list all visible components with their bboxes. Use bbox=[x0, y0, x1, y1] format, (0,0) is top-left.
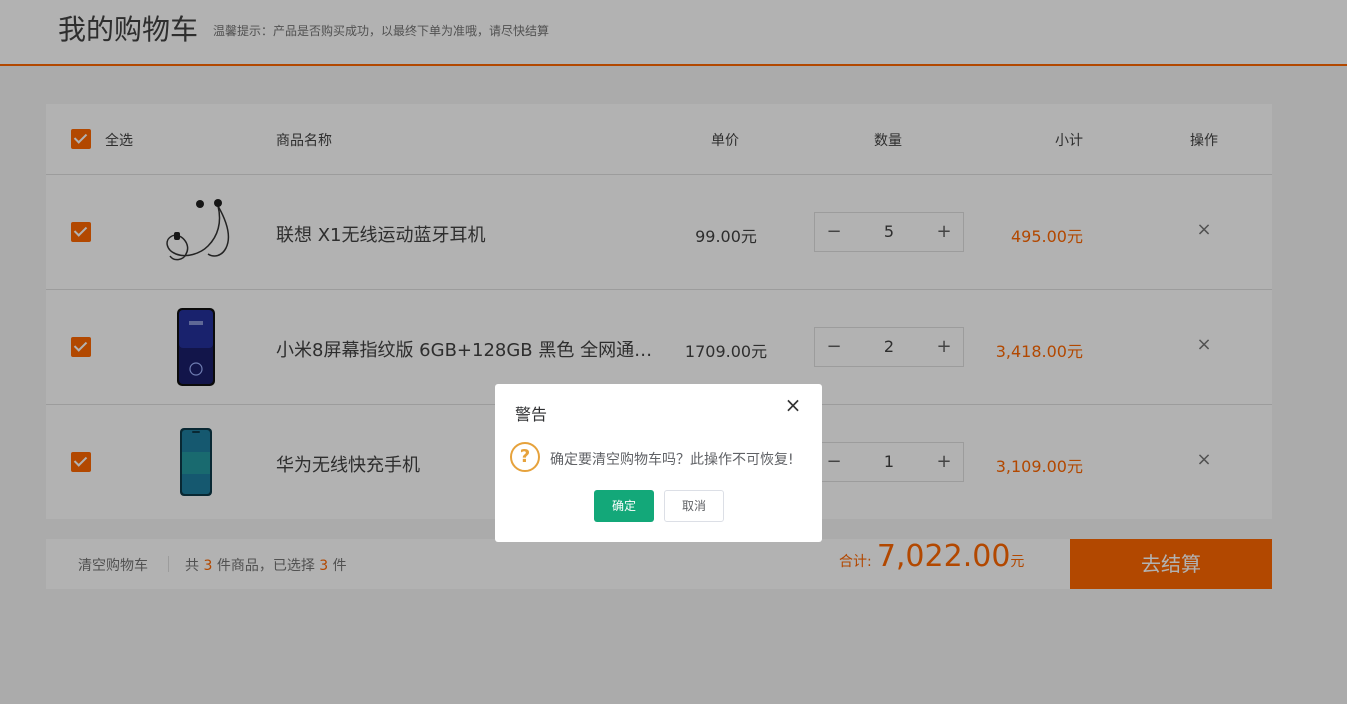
confirm-dialog: 警告 × ? 确定要清空购物车吗？此操作不可恢复! 确定 取消 bbox=[495, 384, 822, 542]
close-icon[interactable]: × bbox=[783, 394, 803, 416]
modal-overlay[interactable] bbox=[0, 0, 1347, 704]
dialog-message: 确定要清空购物车吗？此操作不可恢复! bbox=[550, 452, 794, 468]
cancel-button[interactable]: 取消 bbox=[664, 490, 724, 522]
question-icon: ? bbox=[510, 442, 540, 472]
confirm-button[interactable]: 确定 bbox=[594, 490, 654, 522]
dialog-title: 警告 bbox=[515, 405, 548, 424]
